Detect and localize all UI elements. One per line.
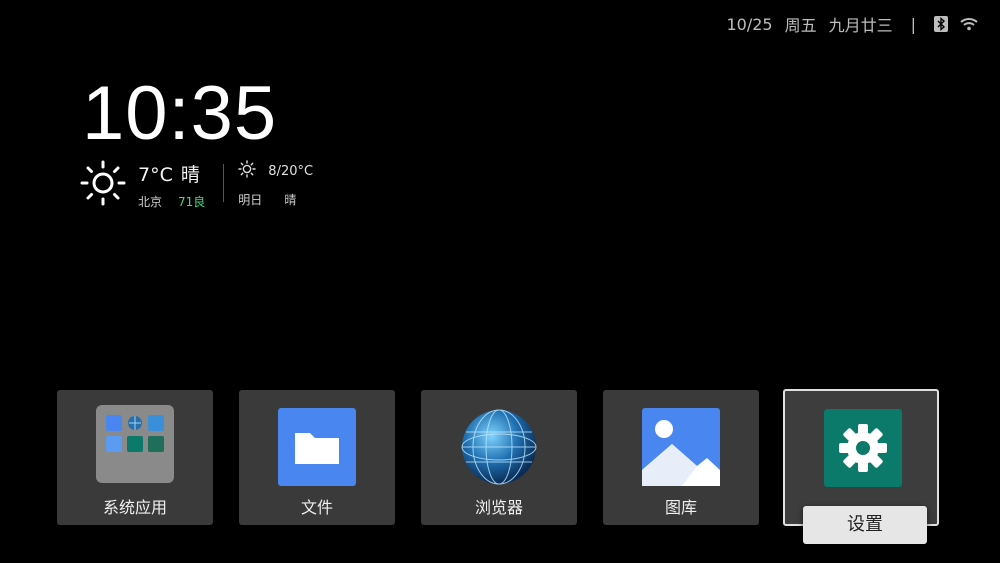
app-label: 浏览器 <box>474 498 523 517</box>
files-icon <box>278 408 356 486</box>
current-condition: 晴 <box>180 164 200 186</box>
current-temperature: 7°C <box>138 164 173 186</box>
tomorrow-day-label: 明日 <box>238 193 263 207</box>
app-tile-gallery[interactable]: 图库 <box>603 390 759 525</box>
weather-divider <box>223 164 225 202</box>
sun-icon <box>80 160 126 210</box>
bluetooth-icon <box>934 16 948 32</box>
app-label: 系统应用 <box>102 498 167 517</box>
weather-now: 7°C 晴 北京 71良 <box>80 160 205 210</box>
app-tile-files[interactable]: 文件 <box>239 390 395 525</box>
weather-tomorrow: 8/20°C 明日 晴 <box>238 160 313 208</box>
tomorrow-temperature-range: 8/20°C <box>268 163 314 179</box>
gallery-icon <box>642 408 720 486</box>
weather-widget: 7°C 晴 北京 71良 8/20°C 明日 晴 <box>80 160 313 210</box>
sun-icon <box>238 160 256 182</box>
air-quality-index: 71良 <box>178 195 206 209</box>
status-weekday: 周五 <box>784 16 817 35</box>
tomorrow-condition: 晴 <box>284 193 297 207</box>
app-launcher-row: 系统应用 文件 浏览器 图库 设置 <box>57 389 943 544</box>
wifi-icon <box>960 17 978 31</box>
settings-gear-icon <box>824 409 902 487</box>
app-label: 文件 <box>300 498 333 517</box>
status-separator: | <box>910 14 916 34</box>
app-label: 图库 <box>664 498 697 517</box>
browser-globe-icon <box>461 409 537 485</box>
system-apps-folder-icon <box>96 405 174 483</box>
app-tile-system-apps[interactable]: 系统应用 <box>57 390 213 525</box>
app-tile-browser[interactable]: 浏览器 <box>421 390 577 525</box>
weather-city: 北京 <box>138 195 163 209</box>
status-date: 10/25 <box>726 14 773 34</box>
focused-app-label: 设置 <box>803 506 927 544</box>
clock-time: 10:35 <box>82 71 278 156</box>
status-bar: 10/25 周五 九月廿三 | <box>726 14 978 35</box>
status-lunar-date: 九月廿三 <box>828 16 893 35</box>
app-tile-settings[interactable]: 设置 <box>783 389 939 544</box>
